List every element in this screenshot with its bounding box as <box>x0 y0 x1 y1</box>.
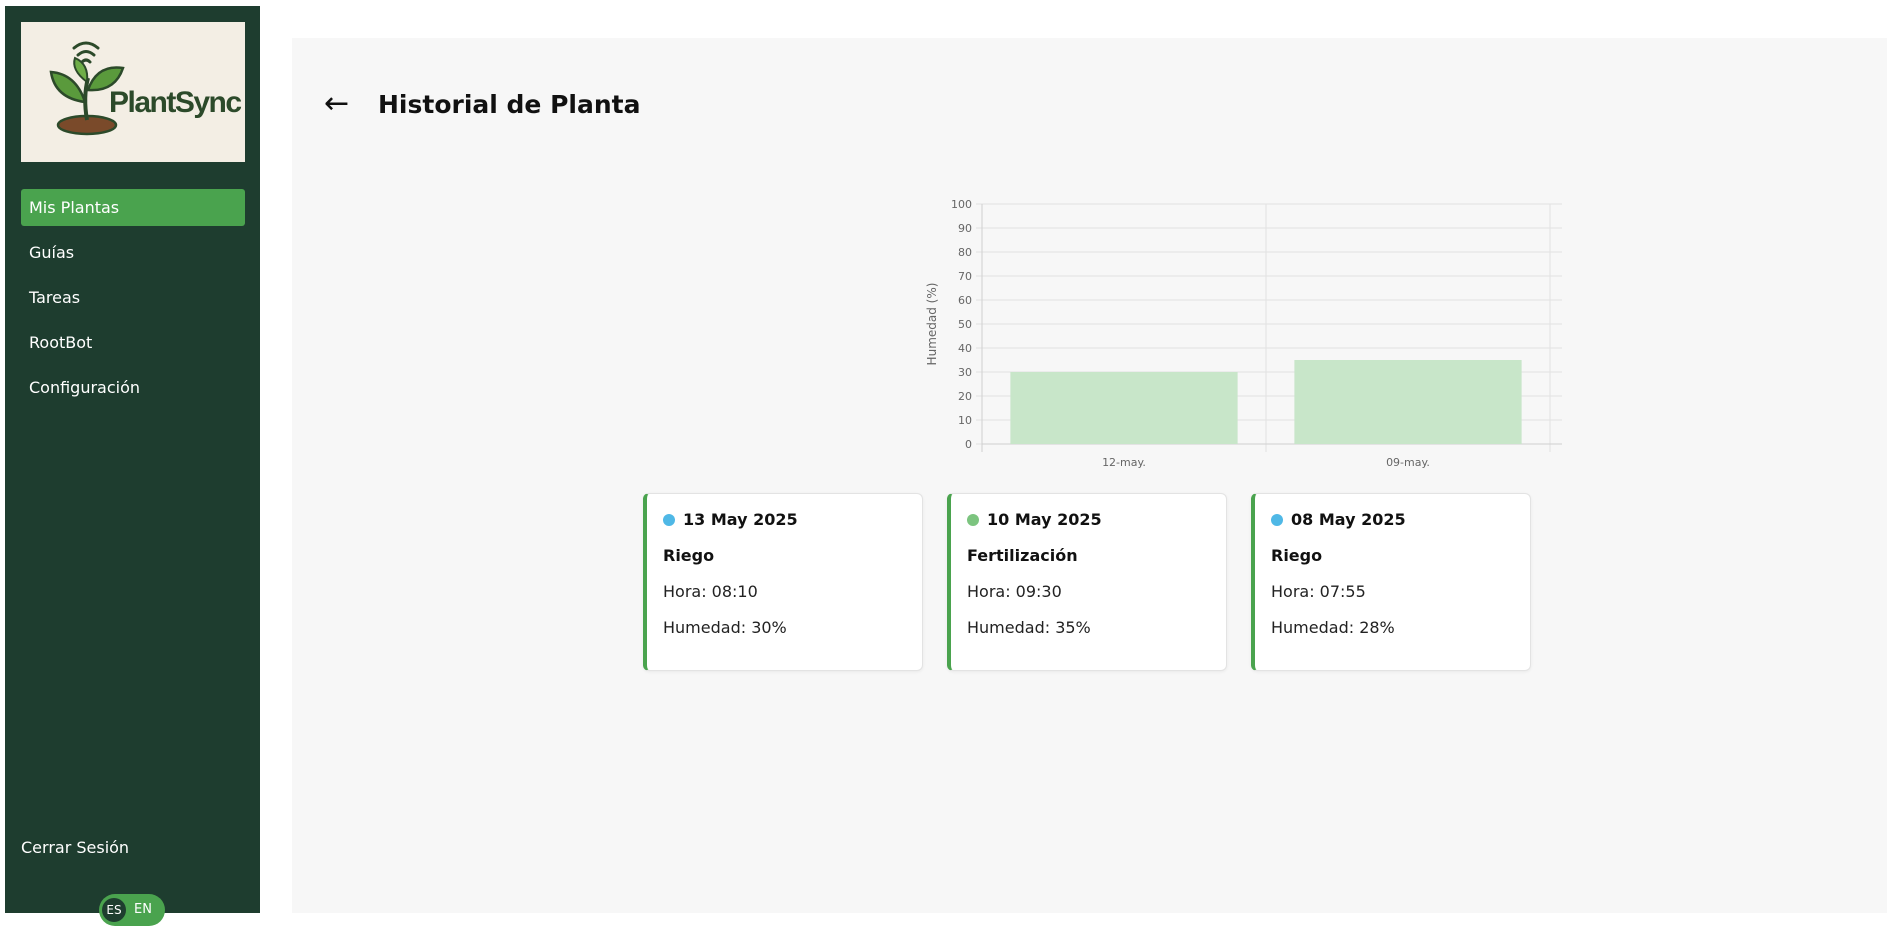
y-tick-label: 40 <box>958 342 972 355</box>
plantsync-logo: PlantSync <box>21 22 245 162</box>
sidebar-nav: Mis Plantas Guías Tareas RootBot Configu… <box>21 189 245 414</box>
y-tick-label: 10 <box>958 414 972 427</box>
lang-es-option[interactable]: ES <box>102 898 126 922</box>
sidebar-item-configuracion[interactable]: Configuración <box>21 369 245 406</box>
card-time: Hora: 09:30 <box>967 582 1062 601</box>
card-time: Hora: 07:55 <box>1271 582 1366 601</box>
status-dot-icon <box>663 514 675 526</box>
back-arrow-icon[interactable]: ← <box>324 88 349 120</box>
sidebar-item-rootbot[interactable]: RootBot <box>21 324 245 361</box>
history-card: 10 May 2025 Fertilización Hora: 09:30 Hu… <box>947 493 1227 671</box>
card-type: Fertilización <box>967 546 1078 565</box>
y-tick-label: 30 <box>958 366 972 379</box>
card-date: 10 May 2025 <box>987 510 1102 529</box>
card-type: Riego <box>663 546 715 565</box>
y-tick-label: 50 <box>958 318 972 331</box>
page-title: Historial de Planta <box>378 90 641 119</box>
card-humidity: Humedad: 35% <box>967 618 1091 637</box>
humidity-bar-chart: 010203040506070809010012-may.09-may.07-m… <box>925 198 1562 478</box>
y-tick-label: 70 <box>958 270 972 283</box>
sidebar-item-tareas[interactable]: Tareas <box>21 279 245 316</box>
sidebar-item-guias[interactable]: Guías <box>21 234 245 271</box>
card-date: 08 May 2025 <box>1291 510 1406 529</box>
history-card: 08 May 2025 Riego Hora: 07:55 Humedad: 2… <box>1251 493 1531 671</box>
status-dot-icon <box>1271 514 1283 526</box>
y-tick-label: 80 <box>958 246 972 259</box>
y-tick-label: 100 <box>951 198 972 211</box>
status-dot-icon <box>967 514 979 526</box>
main-content: ← Historial de Planta 0 10 20 30 40 50 60 70 80 9… <box>292 38 1887 913</box>
x-tick-label: 09-may. <box>1386 456 1430 469</box>
bar <box>1010 372 1238 444</box>
sidebar: PlantSync Mis Plantas Guías Tareas RootB… <box>5 6 260 926</box>
card-date: 13 May 2025 <box>683 510 798 529</box>
history-card: 13 May 2025 Riego Hora: 08:10 Humedad: 3… <box>643 493 923 671</box>
language-toggle[interactable]: ES EN <box>99 894 165 926</box>
card-time: Hora: 08:10 <box>663 582 758 601</box>
lang-en-option[interactable]: EN <box>134 898 152 922</box>
y-tick-label: 0 <box>965 438 972 451</box>
y-axis-label: Humedad (%) <box>925 283 939 366</box>
card-humidity: Humedad: 30% <box>663 618 787 637</box>
card-humidity: Humedad: 28% <box>1271 618 1395 637</box>
x-tick-label: 12-may. <box>1102 456 1146 469</box>
bar <box>1294 360 1522 444</box>
y-tick-label: 60 <box>958 294 972 307</box>
x-axis-label: Fecha <box>1390 477 1425 478</box>
y-tick-label: 20 <box>958 390 972 403</box>
y-tick-label: 90 <box>958 222 972 235</box>
sidebar-item-mis-plantas[interactable]: Mis Plantas <box>21 189 245 226</box>
logout-button[interactable]: Cerrar Sesión <box>21 838 129 857</box>
card-type: Riego <box>1271 546 1323 565</box>
logo-text: PlantSync <box>109 86 242 119</box>
